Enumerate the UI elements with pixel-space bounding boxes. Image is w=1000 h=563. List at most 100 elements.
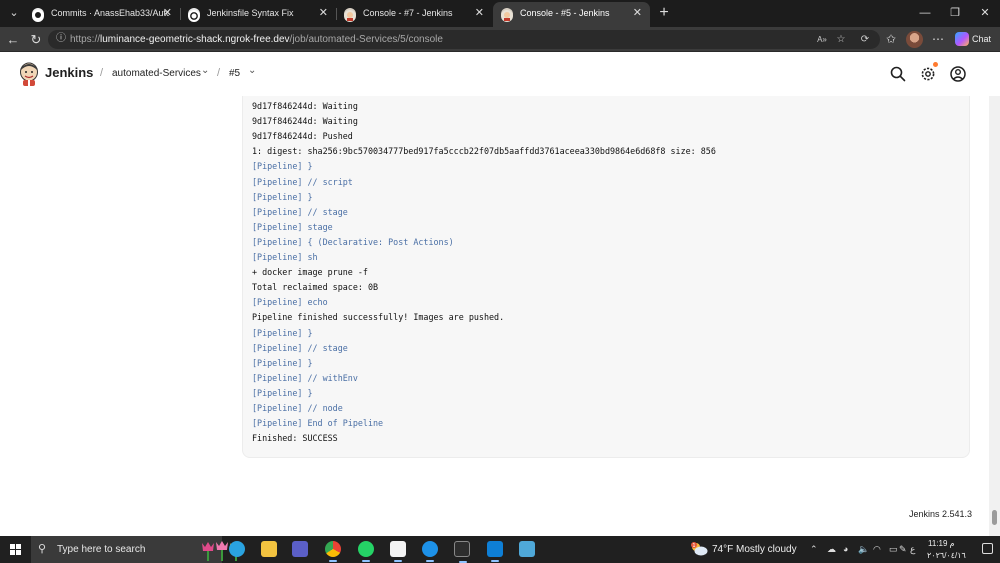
gear-icon[interactable] [919, 65, 937, 83]
favorites-icon[interactable]: ✩ [881, 30, 901, 49]
console-pipeline-line: [Pipeline] // script [252, 176, 353, 187]
terminal-icon[interactable] [454, 541, 470, 563]
restore-icon: ❐ [950, 7, 960, 19]
app-icon[interactable] [519, 541, 535, 557]
browser-toolbar: ← ↻ ⓘ https://luminance-geometric-shack.… [0, 27, 1000, 52]
console-output-line: 9d17f846244d: Waiting [252, 101, 358, 112]
whatsapp-icon[interactable] [358, 541, 374, 562]
page-scrollbar[interactable] [989, 96, 1000, 536]
close-icon[interactable]: ✕ [633, 2, 642, 25]
console-pipeline-line: [Pipeline] End of Pipeline [252, 418, 384, 429]
close-icon[interactable]: ✕ [475, 2, 484, 25]
maximize-button[interactable]: ❐ [940, 0, 970, 27]
scrollbar-thumb[interactable] [992, 510, 997, 525]
notification-dot [933, 62, 938, 67]
back-button[interactable]: ← [3, 30, 23, 49]
jenkins-logo-icon[interactable] [19, 62, 39, 86]
weather-text[interactable]: 74°F Mostly cloudy [712, 536, 797, 563]
extensions-icon[interactable]: ⟳ [858, 33, 872, 46]
reload-icon: ↻ [30, 32, 42, 47]
console-pipeline-line: [Pipeline] } [252, 327, 313, 338]
search-icon[interactable] [889, 65, 907, 83]
tab-console-7[interactable]: Console - #7 - Jenkins ✕ [336, 2, 492, 27]
docker-icon[interactable] [422, 541, 438, 562]
jenkins-header: Jenkins / automated-Services ⌄ / #5 ⌄ [0, 53, 1000, 96]
reload-button[interactable]: ↻ [26, 30, 46, 49]
jenkins-title[interactable]: Jenkins [45, 64, 93, 82]
tab-title: Console - #5 - Jenkins [520, 8, 610, 18]
read-aloud-icon[interactable]: A» [815, 33, 829, 46]
tab-github-commits[interactable]: Commits · AnassEhab33/Automat ✕ [24, 2, 180, 27]
breadcrumb-job[interactable]: automated-Services [112, 67, 201, 81]
user-icon[interactable] [949, 65, 967, 83]
new-tab-button[interactable]: + [654, 3, 674, 23]
close-window-button[interactable]: ✕ [970, 0, 1000, 27]
site-info-icon[interactable]: ⓘ [55, 33, 67, 45]
console-output: 2393d6f1f79c: Layer already exists9d17f8… [252, 96, 716, 446]
battery-icon[interactable]: ▭ [889, 536, 898, 563]
url-text[interactable]: https://luminance-geometric-shack.ngrok-… [70, 30, 443, 49]
tab-title: Jenkinsfile Syntax Fix [207, 8, 294, 18]
chevron-down-icon[interactable]: ⌄ [248, 65, 256, 76]
console-pipeline-line: [Pipeline] echo [252, 297, 328, 308]
language-indicator[interactable]: ع [910, 536, 915, 563]
chrome-icon[interactable] [325, 541, 341, 562]
windows-taskbar: ⚲ Type here to search [0, 536, 1000, 563]
console-pipeline-line: [Pipeline] { (Declarative: Post Actions) [252, 236, 454, 247]
clock-time[interactable]: 11:19 م [928, 539, 955, 548]
chevron-down-icon[interactable]: ⌄ [201, 65, 209, 76]
jenkins-icon [501, 8, 513, 22]
console-pipeline-line: [Pipeline] } [252, 357, 313, 368]
onedrive-icon[interactable]: ◕ [843, 536, 848, 563]
cloud-icon[interactable]: ☁ [827, 536, 836, 563]
address-bar[interactable]: ⓘ https://luminance-geometric-shack.ngro… [48, 30, 880, 49]
tab-actions-menu-button[interactable]: ⌄ [4, 4, 24, 23]
console-pipeline-line: [Pipeline] sh [252, 252, 318, 263]
profile-avatar[interactable] [906, 31, 923, 48]
windows-start-button[interactable] [10, 544, 21, 555]
tab-jenkinsfile-syntax-fix[interactable]: Jenkinsfile Syntax Fix ✕ [180, 2, 336, 27]
file-explorer-icon[interactable] [261, 541, 277, 557]
console-pipeline-line: [Pipeline] // stage [252, 206, 348, 217]
breadcrumb-separator: / [100, 67, 104, 79]
url-prefix: https:// [70, 34, 101, 45]
console-output-line: Pipeline finished successfully! Images a… [252, 312, 505, 323]
browser-tab-strip: ⌄ Commits · AnassEhab33/Automat ✕ Jenkin… [0, 0, 1000, 27]
console-output-line: 9d17f846244d: Waiting [252, 116, 358, 127]
close-icon[interactable]: ✕ [319, 2, 328, 25]
console-pipeline-line: [Pipeline] stage [252, 221, 333, 232]
chevron-up-icon[interactable]: ⌃ [810, 536, 818, 563]
notepad-icon[interactable] [390, 541, 406, 562]
console-pipeline-line: [Pipeline] // withEnv [252, 372, 358, 383]
console-output-line: Finished: SUCCESS [252, 433, 338, 444]
console-output-line: Total reclaimed space: 0B [252, 282, 379, 293]
notification-center-icon[interactable] [982, 543, 993, 554]
close-icon[interactable]: ✕ [163, 2, 172, 25]
chevron-down-icon: ⌄ [9, 7, 19, 19]
pen-icon[interactable]: ✎ [899, 536, 907, 563]
tab-title: Console - #7 - Jenkins [363, 8, 453, 18]
weather-cloud-icon[interactable]: 1 [690, 542, 708, 556]
console-pipeline-line: [Pipeline] } [252, 387, 313, 398]
minimize-button[interactable]: — [910, 0, 940, 27]
jenkins-version-link[interactable]: Jenkins 2.541.3 [909, 509, 972, 519]
breadcrumb-build[interactable]: #5 [229, 67, 240, 81]
more-options-icon[interactable]: ⋯ [928, 30, 948, 49]
console-output-line: + docker image prune -f [252, 267, 368, 278]
vscode-icon[interactable] [487, 541, 503, 562]
clock-date[interactable]: ٢٠٢٦/٠٤/١٦ [927, 551, 966, 560]
arrow-left-icon: ← [6, 32, 20, 47]
taskbar-search-box[interactable]: ⚲ Type here to search [31, 536, 242, 563]
wifi-icon[interactable]: ◠ [873, 536, 881, 563]
search-icon: ⚲ [38, 543, 47, 555]
close-icon: ✕ [980, 7, 990, 19]
search-placeholder: Type here to search [57, 544, 146, 555]
speaker-icon[interactable]: 🔈 [858, 536, 869, 563]
teams-icon[interactable] [292, 541, 308, 557]
copilot-icon[interactable] [955, 32, 969, 46]
chat-label[interactable]: Chat [972, 27, 991, 52]
tab-console-5[interactable]: Console - #5 - Jenkins ✕ [493, 2, 650, 27]
favorite-star-icon[interactable]: ☆ [834, 33, 848, 46]
chatgpt-icon [188, 8, 200, 22]
telegram-icon[interactable] [229, 541, 245, 557]
